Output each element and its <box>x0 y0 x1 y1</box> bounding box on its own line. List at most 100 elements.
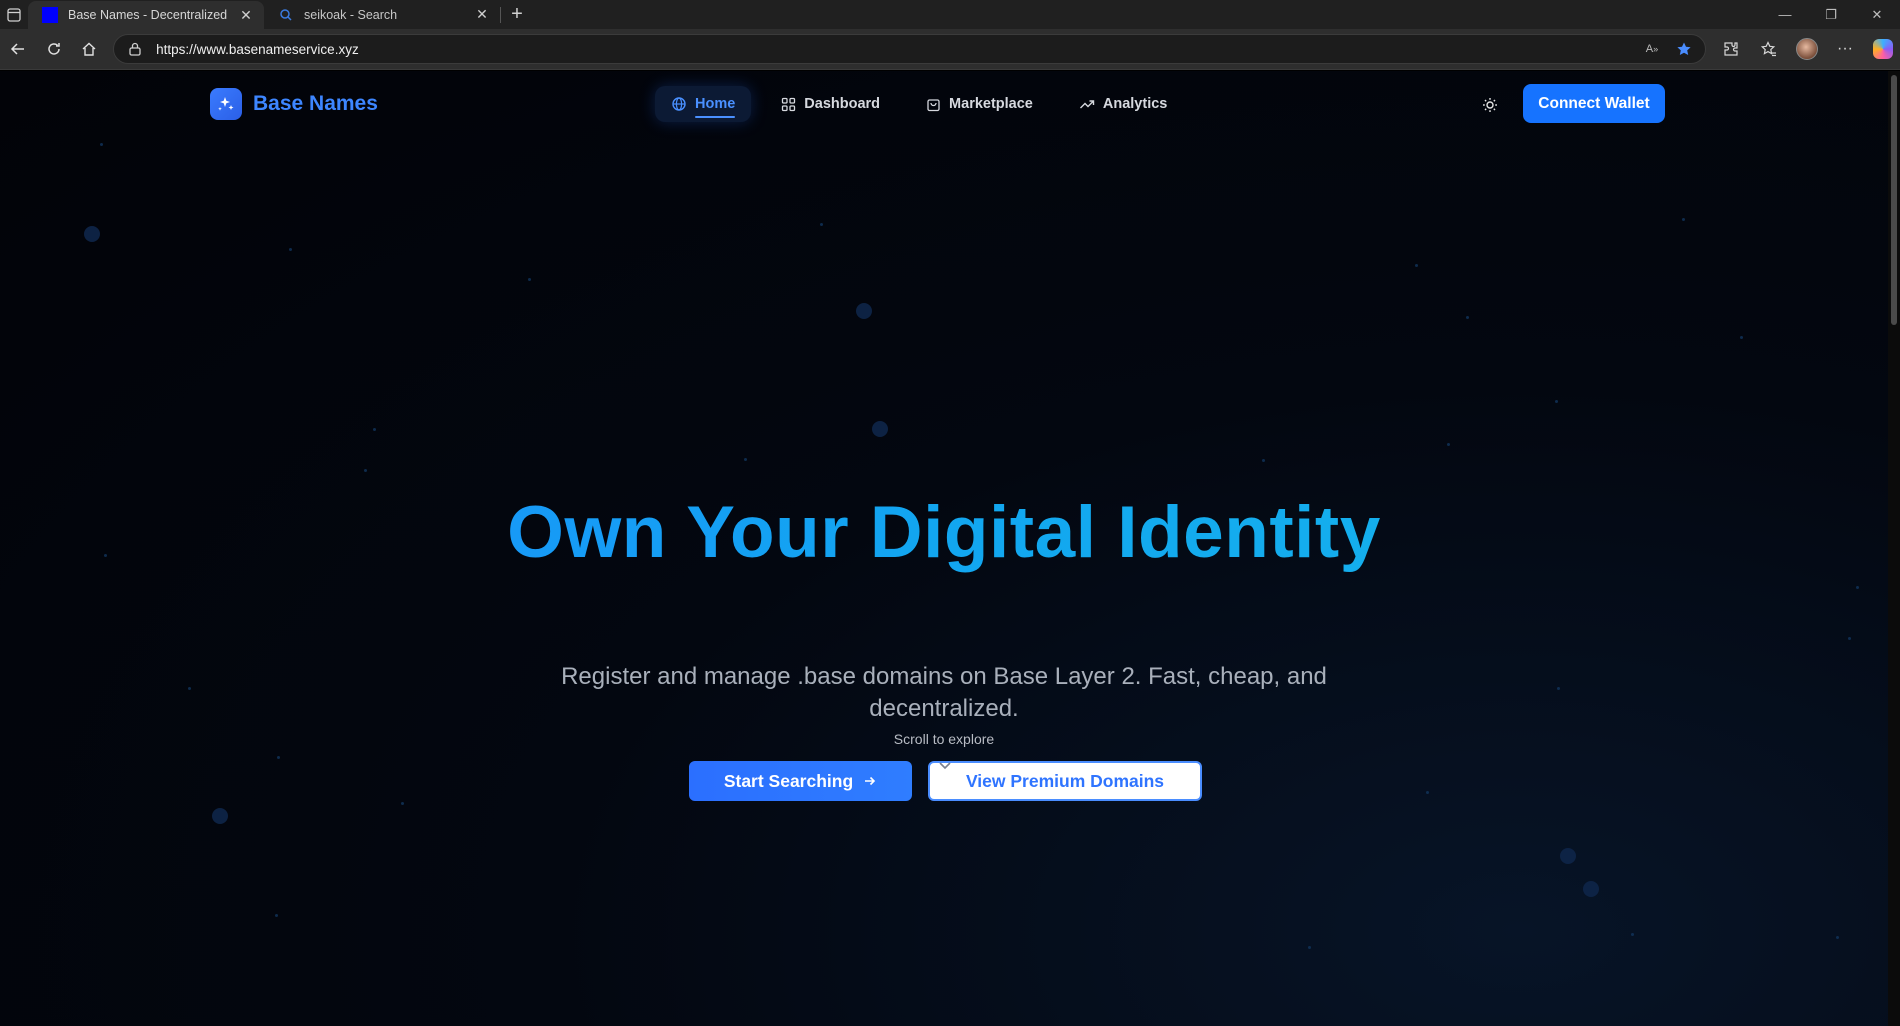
more-menu-icon[interactable]: ··· <box>1828 34 1862 64</box>
site-header: Base Names Home Dashboard Marketplace An… <box>0 71 1888 141</box>
background-particle <box>528 278 531 281</box>
back-button[interactable] <box>0 33 36 65</box>
grid-icon <box>782 97 796 111</box>
hero-title: Own Your Digital Identity <box>0 491 1888 574</box>
background-particle <box>1466 316 1469 319</box>
background-particle <box>1740 336 1743 339</box>
refresh-button[interactable] <box>36 33 72 65</box>
copilot-button[interactable] <box>1866 34 1900 64</box>
close-tab-icon[interactable]: ✕ <box>238 7 254 24</box>
brand-logo-link[interactable]: Base Names <box>210 88 378 120</box>
background-particle <box>275 914 278 917</box>
button-label: Start Searching <box>723 770 854 791</box>
page-viewport: Base Names Home Dashboard Marketplace An… <box>0 71 1900 1026</box>
scrollbar-thumb[interactable] <box>1891 75 1897 325</box>
tab-actions-icon <box>7 7 21 22</box>
nav-item-analytics[interactable]: Analytics <box>1063 86 1183 122</box>
home-button[interactable] <box>71 33 107 65</box>
copilot-icon <box>1873 39 1893 59</box>
background-particle <box>1447 443 1450 446</box>
background-particle <box>1631 933 1634 936</box>
background-particle <box>1555 400 1558 403</box>
nav-label: Analytics <box>1102 96 1168 112</box>
background-particle <box>277 756 280 759</box>
nav-item-marketplace[interactable]: Marketplace <box>910 86 1049 122</box>
chevron-down-icon <box>939 762 951 770</box>
background-particle <box>1560 848 1576 864</box>
trending-up-icon <box>1079 100 1095 109</box>
favorite-star-icon[interactable] <box>1673 41 1695 57</box>
background-particle <box>1415 264 1418 267</box>
background-particle <box>744 458 747 461</box>
background-particle <box>872 421 888 437</box>
start-searching-button[interactable]: Start Searching <box>689 761 912 801</box>
button-label: View Premium Domains <box>965 770 1165 791</box>
main-nav: Home Dashboard Marketplace Analytics <box>655 86 1183 122</box>
background-particle <box>1848 637 1851 640</box>
close-icon[interactable]: ✕ <box>1854 7 1900 23</box>
tab-title: seikoak - Search <box>304 7 398 22</box>
browser-toolbar: https://www.basenameservice.xyz A» ··· <box>0 29 1900 70</box>
nav-label: Marketplace <box>949 96 1033 112</box>
scroll-hint: Scroll to explore <box>893 731 995 747</box>
back-arrow-icon <box>10 43 24 55</box>
background-particle <box>1583 881 1599 897</box>
browser-tab[interactable]: seikoak - Search ✕ <box>264 0 500 29</box>
background-particle <box>856 303 872 319</box>
nav-label: Dashboard <box>804 96 881 112</box>
url-text[interactable]: https://www.basenameservice.xyz <box>156 42 1631 57</box>
shopping-bag-icon <box>927 98 940 111</box>
background-particle <box>84 226 100 242</box>
nav-item-home[interactable]: Home <box>655 86 752 122</box>
hero-subtitle: Register and manage .base domains on Bas… <box>561 663 1327 722</box>
tab-actions-button[interactable] <box>0 0 28 29</box>
arrow-right-icon <box>865 776 876 786</box>
browser-tab-active[interactable]: Base Names - Decentralized Dom ✕ <box>28 1 264 29</box>
new-tab-button[interactable]: + <box>501 0 533 29</box>
restore-icon[interactable]: ❐ <box>1808 7 1854 23</box>
nav-label: Home <box>695 96 736 112</box>
read-aloud-icon[interactable]: A» <box>1641 43 1663 55</box>
minimize-icon[interactable]: — <box>1762 7 1808 22</box>
connect-wallet-button[interactable]: Connect Wallet <box>1523 84 1665 123</box>
background-particle <box>1557 687 1560 690</box>
site-favicon-icon <box>42 7 58 23</box>
browser-titlebar: Base Names - Decentralized Dom ✕ seikoak… <box>0 0 1900 29</box>
background-particle <box>401 802 404 805</box>
page-scrollbar[interactable] <box>1888 71 1900 1026</box>
window-controls: — ❐ ✕ <box>1762 0 1900 29</box>
background-particle <box>100 143 103 146</box>
plus-icon: + <box>511 3 523 25</box>
background-particle <box>1856 586 1859 589</box>
background-particle <box>820 223 823 226</box>
background-particle <box>289 248 292 251</box>
background-particle <box>1426 791 1429 794</box>
brand-name: Base Names <box>253 92 378 115</box>
tab-title: Base Names - Decentralized Dom <box>68 8 228 22</box>
nav-item-dashboard[interactable]: Dashboard <box>765 86 896 122</box>
background-particle <box>1836 936 1839 939</box>
toolbar-icons: ··· <box>1714 34 1900 64</box>
globe-icon <box>672 97 686 111</box>
background-particle <box>1682 218 1685 221</box>
view-premium-domains-button[interactable]: View Premium Domains <box>928 761 1202 801</box>
home-icon <box>82 42 96 56</box>
refresh-icon <box>47 43 60 55</box>
background-particle <box>1308 946 1311 949</box>
sparkles-icon <box>210 88 242 120</box>
lock-icon[interactable] <box>124 42 146 56</box>
theme-toggle-button[interactable] <box>1480 95 1500 115</box>
profile-button[interactable] <box>1790 34 1824 64</box>
favorites-icon[interactable] <box>1752 34 1786 64</box>
search-icon <box>280 8 292 21</box>
address-bar[interactable]: https://www.basenameservice.xyz A» <box>113 34 1706 64</box>
background-particle <box>188 687 191 690</box>
extensions-icon[interactable] <box>1714 34 1748 64</box>
close-tab-icon[interactable]: ✕ <box>474 6 490 23</box>
avatar <box>1796 38 1818 60</box>
background-particle <box>212 808 228 824</box>
background-particle <box>1262 459 1265 462</box>
background-particle <box>373 428 376 431</box>
sun-icon <box>1483 98 1497 112</box>
background-particle <box>364 469 367 472</box>
